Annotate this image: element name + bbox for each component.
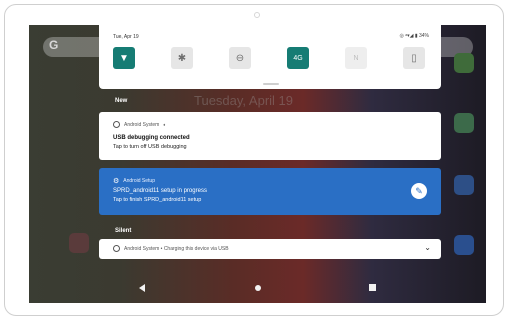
notification-app-name: Android Setup — [123, 178, 155, 184]
notification-title: SPRD_android11 setup in progress — [113, 188, 207, 194]
notification-header: ⚙ Android Setup — [113, 177, 155, 185]
wifi-icon: ▼ — [119, 52, 129, 64]
notification-header: Android System • Charging this device vi… — [113, 245, 229, 252]
qs-tile-flashlight[interactable]: ▯ — [403, 47, 425, 69]
mobile-data-icon: 4G — [293, 54, 303, 62]
notification-body: Tap to turn off USB debugging — [113, 144, 187, 150]
notification-charging-usb[interactable]: Android System • Charging this device vi… — [99, 239, 441, 259]
front-camera — [254, 12, 260, 18]
app-icon-messages[interactable] — [454, 175, 474, 195]
home-icon[interactable] — [255, 285, 261, 291]
qs-tile-wifi[interactable]: ▼ — [113, 47, 135, 69]
app-icon-chrome[interactable] — [454, 53, 474, 73]
lockscreen-date-behind: Tuesday, April 19 — [194, 93, 293, 108]
alert-bell-icon: ♦ — [163, 122, 166, 127]
setup-wand-icon[interactable]: ✎ — [411, 183, 427, 199]
status-icons: ◎ ᵃ▾◢ ▮ 34% — [399, 33, 429, 39]
qs-date: Tue, Apr 19 — [113, 34, 139, 40]
nfc-icon: N — [353, 54, 359, 62]
dnd-icon: ⊖ — [235, 52, 245, 64]
notification-header: Android System ♦ — [113, 121, 165, 128]
qs-tile-nfc[interactable]: N — [345, 47, 367, 69]
quick-settings-panel: Tue, Apr 19 ◎ ᵃ▾◢ ▮ 34% ▼ ✱ ⊖ 4G N ▯ — [99, 25, 441, 89]
back-icon[interactable] — [139, 284, 145, 292]
notification-title: USB debugging connected — [113, 135, 190, 141]
notification-summary: Android System • Charging this device vi… — [124, 245, 229, 252]
flashlight-icon: ▯ — [411, 52, 417, 64]
qs-tile-bluetooth[interactable]: ✱ — [171, 47, 193, 69]
app-icon-folder[interactable] — [69, 233, 89, 253]
app-icon-gallery[interactable] — [454, 113, 474, 133]
qs-tile-dnd[interactable]: ⊖ — [229, 47, 251, 69]
android-system-icon — [113, 245, 120, 252]
android-system-icon — [113, 121, 120, 128]
navigation-bar — [29, 275, 486, 303]
notification-app-name: Android System — [124, 121, 160, 128]
recents-icon[interactable] — [369, 284, 376, 291]
notification-android-setup[interactable]: ⚙ Android Setup SPRD_android11 setup in … — [99, 168, 441, 215]
notification-usb-debugging[interactable]: Android System ♦ USB debugging connected… — [99, 112, 441, 160]
settings-gear-icon: ⚙ — [113, 178, 120, 185]
notification-body: Tap to finish SPRD_android11 setup — [113, 197, 202, 203]
section-label-silent: Silent — [115, 228, 132, 234]
bluetooth-icon: ✱ — [177, 52, 187, 64]
app-icon-phone[interactable] — [454, 235, 474, 255]
qs-drag-handle[interactable] — [263, 83, 279, 85]
chevron-down-icon[interactable]: ⌄ — [424, 243, 431, 252]
tablet-screen: G Tuesday, April 19 Tue, Apr 19 ◎ ᵃ▾◢ ▮ … — [29, 25, 486, 303]
quick-settings-tiles: ▼ ✱ ⊖ 4G N ▯ — [113, 47, 427, 71]
google-logo-icon: G — [49, 38, 59, 52]
section-label-new: New — [115, 98, 128, 104]
qs-tile-mobile-data[interactable]: 4G — [287, 47, 309, 69]
